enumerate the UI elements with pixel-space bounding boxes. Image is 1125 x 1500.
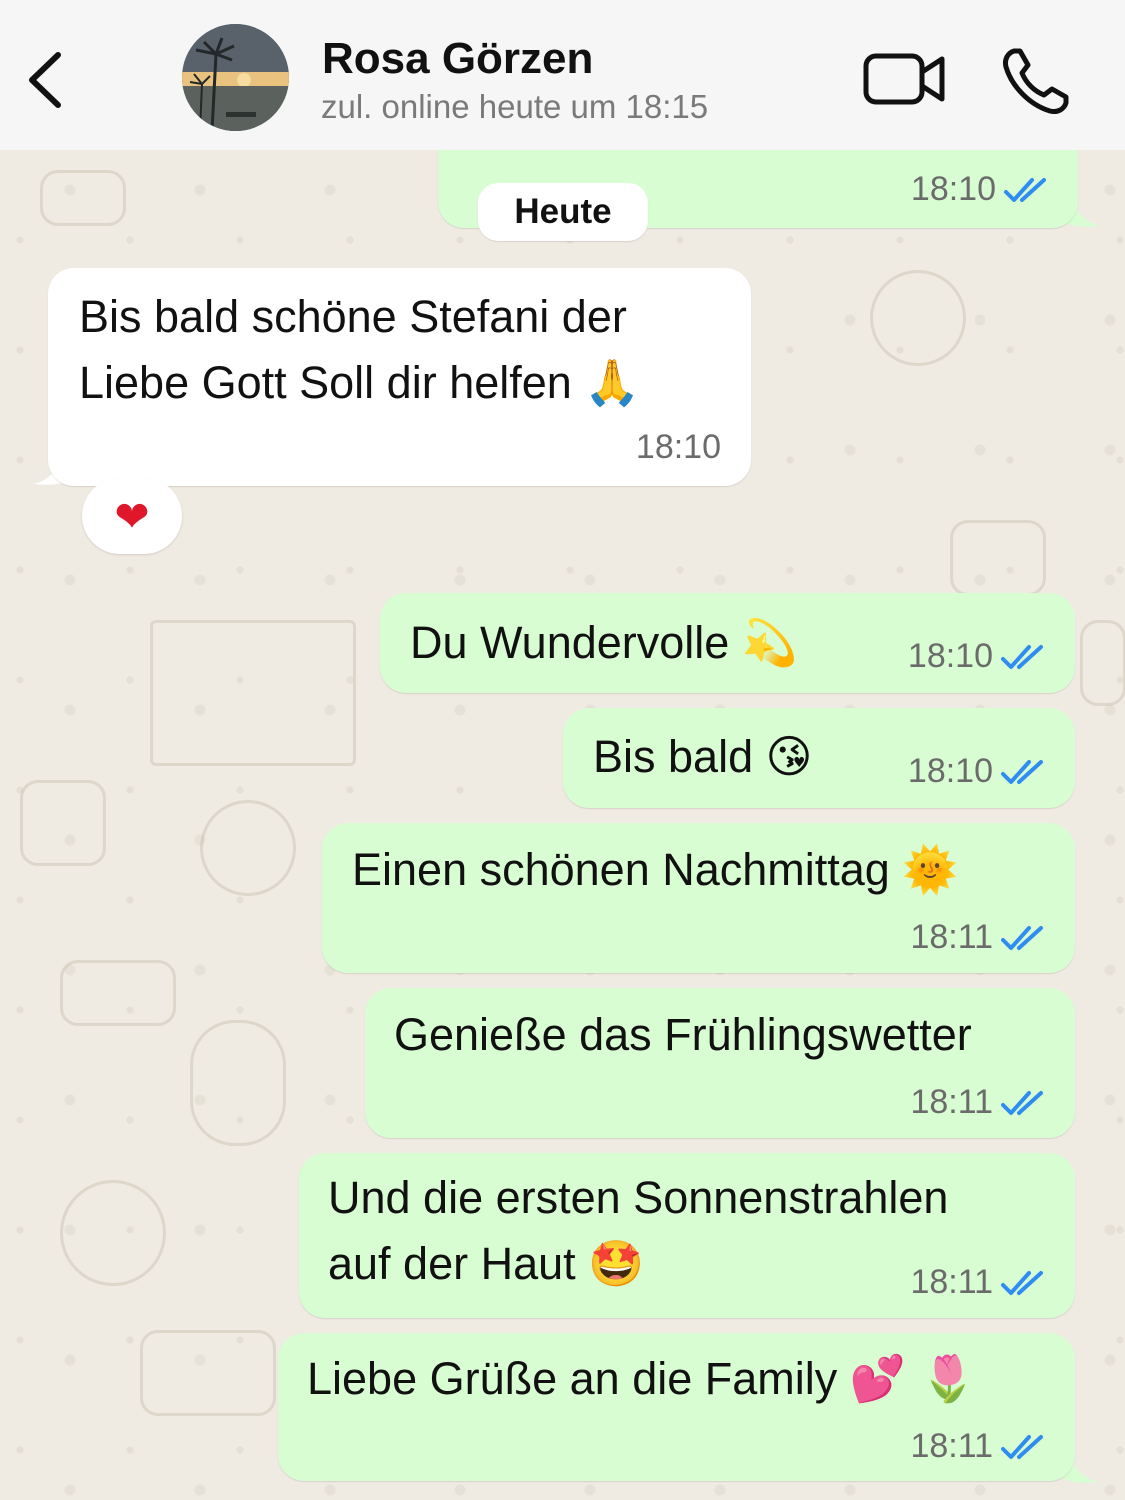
message-meta: 18:10 bbox=[911, 170, 1052, 209]
read-receipt-icon bbox=[1001, 644, 1043, 669]
wallpaper-doodle bbox=[1080, 620, 1125, 706]
wallpaper-doodle bbox=[200, 800, 296, 896]
dizzy-emoji: 💫 bbox=[741, 616, 798, 669]
star-struck-emoji: 🤩 bbox=[588, 1237, 645, 1290]
message-meta: 18:10 bbox=[636, 428, 721, 467]
message-bubble-outgoing[interactable]: Du Wundervolle 💫 18:10 bbox=[380, 593, 1075, 693]
message-text: Du Wundervolle bbox=[410, 617, 730, 668]
message-time: 18:11 bbox=[910, 1263, 993, 1301]
last-seen-status: zul. online heute um 18:15 bbox=[321, 88, 709, 125]
contact-name[interactable]: Rosa Görzen bbox=[322, 34, 593, 84]
message-text: Genieße das Frühlingswetter bbox=[394, 1009, 972, 1060]
message-bubble-outgoing[interactable]: Liebe Grüße an die Family 💕 🌷 18:11 bbox=[278, 1333, 1075, 1481]
message-time: 18:11 bbox=[910, 1427, 993, 1465]
message-text-line: Liebe Grüße an die Family 💕 🌷 bbox=[307, 1346, 976, 1412]
message-time: 18:11 bbox=[910, 918, 993, 956]
wallpaper-doodle bbox=[950, 520, 1046, 596]
message-text: Einen schönen Nachmittag bbox=[352, 844, 890, 895]
message-bubble-outgoing[interactable]: Genieße das Frühlingswetter 18:11 bbox=[365, 988, 1075, 1138]
message-bubble-incoming[interactable]: Bis bald schöne Stefani der Liebe Gott S… bbox=[48, 268, 751, 486]
phone-icon[interactable] bbox=[1000, 45, 1072, 117]
hearts-and-tulip-emoji: 💕 🌷 bbox=[849, 1352, 977, 1405]
wallpaper-doodle bbox=[60, 1180, 166, 1286]
wallpaper-doodle bbox=[60, 960, 176, 1026]
message-bubble-outgoing[interactable]: Einen schönen Nachmittag 🌞 18:11 bbox=[322, 823, 1075, 973]
message-meta: 18:11 bbox=[910, 918, 1049, 957]
read-receipt-icon bbox=[1001, 1270, 1043, 1295]
palm-beach-photo bbox=[182, 24, 289, 131]
read-receipt-icon bbox=[1001, 1434, 1043, 1459]
message-time: 18:10 bbox=[635, 428, 721, 466]
chevron-left-icon[interactable] bbox=[20, 45, 70, 115]
message-text-line: Bis bald 😘 bbox=[593, 724, 813, 790]
message-text: auf der Haut bbox=[328, 1238, 576, 1289]
message-time: 18:10 bbox=[907, 752, 993, 790]
folded-hands-emoji: 🙏 bbox=[584, 356, 641, 409]
read-receipt-icon bbox=[1001, 1090, 1043, 1115]
date-separator: Heute bbox=[478, 183, 648, 241]
message-text: Liebe Gott Soll dir helfen bbox=[79, 357, 572, 408]
message-bubble-outgoing[interactable]: Und die ersten Sonnenstrahlen auf der Ha… bbox=[299, 1153, 1075, 1318]
message-bubble-outgoing[interactable]: Bis bald 😘 18:10 bbox=[563, 708, 1075, 808]
chat-header: Rosa Görzen zul. online heute um 18:15 bbox=[0, 0, 1125, 150]
sun-with-face-emoji: 🌞 bbox=[902, 843, 959, 896]
message-meta: 18:11 bbox=[910, 1083, 1049, 1122]
message-text: Bis bald schöne Stefani der bbox=[79, 291, 627, 342]
wallpaper-doodle bbox=[20, 780, 106, 866]
wallpaper-doodle bbox=[870, 270, 966, 366]
read-receipt-icon bbox=[1004, 177, 1046, 202]
read-receipt-icon bbox=[1001, 925, 1043, 950]
video-camera-icon[interactable] bbox=[862, 50, 948, 108]
wallpaper-doodle bbox=[140, 1330, 276, 1416]
wallpaper-doodle bbox=[40, 170, 126, 226]
message-meta: 18:10 bbox=[908, 637, 1049, 676]
message-meta: 18:10 bbox=[908, 752, 1049, 791]
heart-reaction[interactable]: ❤ bbox=[82, 478, 182, 554]
message-text: Bis bald bbox=[593, 731, 754, 782]
message-time: 18:10 bbox=[910, 170, 996, 208]
message-text-line: Liebe Gott Soll dir helfen 🙏 bbox=[79, 350, 640, 416]
wallpaper-doodle bbox=[150, 620, 356, 766]
kissing-face-emoji: 😘 bbox=[765, 730, 813, 783]
message-time: 18:10 bbox=[907, 637, 993, 675]
message-text-line: auf der Haut 🤩 bbox=[328, 1231, 644, 1297]
message-meta: 18:11 bbox=[910, 1263, 1049, 1302]
message-text-line: Du Wundervolle 💫 bbox=[410, 610, 798, 676]
message-text: Liebe Grüße an die Family bbox=[307, 1353, 838, 1404]
wallpaper-doodle bbox=[190, 1020, 286, 1146]
message-text: Und die ersten Sonnenstrahlen bbox=[328, 1172, 949, 1223]
avatar[interactable] bbox=[182, 24, 289, 131]
message-meta: 18:11 bbox=[910, 1427, 1049, 1466]
read-receipt-icon bbox=[1001, 759, 1043, 784]
message-time: 18:11 bbox=[910, 1083, 993, 1121]
message-text-line: Einen schönen Nachmittag 🌞 bbox=[352, 837, 958, 903]
